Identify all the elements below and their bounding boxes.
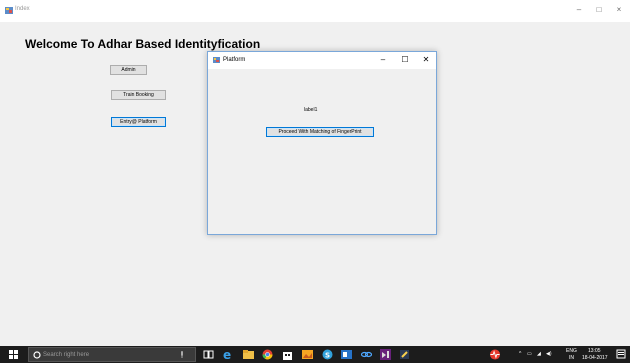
- file-explorer-icon[interactable]: [243, 349, 254, 360]
- skype-icon[interactable]: S: [322, 349, 333, 360]
- volume-icon[interactable]: ◀): [546, 352, 552, 357]
- clock-date[interactable]: 18-04-2017: [582, 356, 608, 361]
- minimize-button[interactable]: –: [573, 4, 585, 16]
- taskbar: Search right here e S ^ ▭ ◢ ◀) ENG IN 13…: [0, 346, 630, 363]
- show-hidden-icons[interactable]: ^: [519, 352, 521, 357]
- link-icon[interactable]: [361, 349, 372, 360]
- task-view-icon[interactable]: [203, 349, 214, 360]
- microphone-icon[interactable]: [179, 351, 185, 359]
- windows-start-icon[interactable]: [9, 350, 18, 359]
- entry-platform-button[interactable]: Entry@ Platform: [111, 117, 166, 127]
- cortana-circle-icon: [33, 351, 41, 359]
- maximize-button[interactable]: □: [593, 4, 605, 16]
- status-label: label1: [304, 107, 318, 113]
- language-indicator-bottom[interactable]: IN: [569, 356, 574, 361]
- main-titlebar[interactable]: Index – □ ×: [0, 0, 630, 22]
- close-button[interactable]: ×: [613, 4, 625, 16]
- dialog-titlebar[interactable]: Platform – ☐ ✕: [208, 52, 436, 69]
- search-placeholder: Search right here: [43, 352, 90, 358]
- clock-time[interactable]: 13:05: [588, 349, 601, 354]
- language-indicator-top[interactable]: ENG: [566, 349, 577, 354]
- platform-dialog: Platform – ☐ ✕ label1 Proceed With Match…: [207, 51, 437, 235]
- admin-button[interactable]: Admin: [110, 65, 147, 75]
- train-booking-button[interactable]: Train Booking: [111, 90, 166, 100]
- dialog-maximize-button[interactable]: ☐: [399, 54, 411, 66]
- antivirus-icon[interactable]: [489, 349, 501, 360]
- photos-icon[interactable]: [302, 349, 313, 360]
- taskbar-search-box[interactable]: Search right here: [28, 347, 196, 362]
- dialog-title: Platform: [223, 57, 246, 63]
- edge-browser-icon[interactable]: e: [223, 349, 234, 360]
- paint-icon[interactable]: [399, 349, 410, 360]
- visual-studio-icon[interactable]: [380, 349, 391, 360]
- wifi-icon[interactable]: ◢: [537, 352, 541, 357]
- chrome-browser-icon[interactable]: [262, 349, 273, 360]
- proceed-fingerprint-button[interactable]: Proceed With Matching of FingerPrint: [266, 127, 374, 137]
- window-title: Index: [15, 6, 30, 12]
- dialog-close-button[interactable]: ✕: [420, 54, 432, 66]
- svg-text:S: S: [325, 352, 330, 360]
- svg-text:e: e: [223, 349, 231, 360]
- page-heading: Welcome To Adhar Based Identityfication: [25, 37, 261, 51]
- main-window: Index – □ × Welcome To Adhar Based Ident…: [0, 0, 630, 346]
- action-center-icon[interactable]: [616, 349, 626, 360]
- app-icon: [5, 7, 13, 14]
- store-icon[interactable]: [282, 349, 293, 360]
- outlook-icon[interactable]: [341, 349, 352, 360]
- dialog-app-icon: [213, 57, 220, 63]
- dialog-minimize-button[interactable]: –: [377, 54, 389, 66]
- battery-icon[interactable]: ▭: [527, 352, 532, 357]
